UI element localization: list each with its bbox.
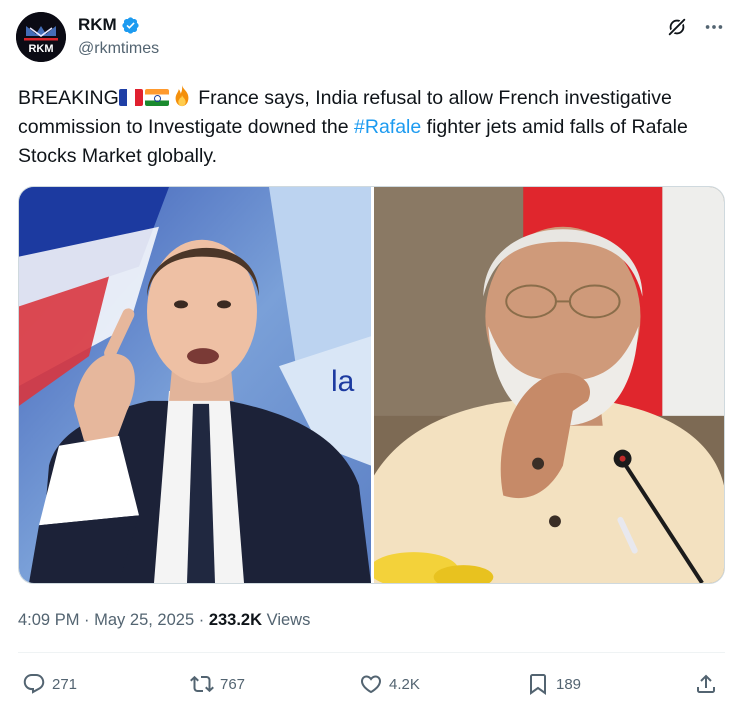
avatar-logo: RKM (16, 12, 66, 62)
tweet-meta: 4:09 PM · May 25, 2025 · 233.2K Views (18, 608, 310, 632)
photo-modi (374, 187, 724, 583)
photo-left[interactable]: la (19, 187, 371, 583)
repost-icon (190, 675, 214, 693)
heart-icon (360, 675, 382, 694)
photo-macron: la (19, 187, 371, 583)
repost-count: 767 (220, 675, 246, 693)
divider (18, 652, 725, 653)
like-button[interactable]: 4.2K (359, 672, 420, 696)
views-label: Views (266, 611, 311, 629)
verified-badge-icon[interactable] (121, 16, 140, 35)
display-name[interactable]: RKM (78, 14, 117, 36)
photo-overlay-text: la (331, 365, 355, 398)
repost-button[interactable]: 767 (190, 672, 245, 696)
reply-icon (23, 674, 45, 694)
tweet-text-lead: BREAKING (18, 87, 119, 109)
share-icon (697, 674, 715, 693)
author-block: RKM @rkmtimes (78, 14, 159, 60)
meta-separator: · (84, 611, 90, 629)
india-flag-icon (144, 89, 169, 106)
bookmark-count: 189 (556, 675, 582, 693)
handle[interactable]: @rkmtimes (78, 38, 159, 60)
meta-separator: · (198, 611, 205, 629)
action-bar: 271 767 4.2K 189 (18, 668, 725, 702)
media-grid: la (18, 186, 725, 584)
grok-icon[interactable] (666, 16, 688, 38)
reply-count: 271 (52, 675, 78, 693)
photo-right[interactable] (374, 187, 724, 583)
avatar-text: RKM (28, 43, 53, 55)
share-button[interactable] (694, 672, 718, 696)
tweet-date[interactable]: May 25, 2025 (94, 611, 194, 629)
like-count: 4.2K (389, 675, 420, 693)
france-flag-icon (118, 89, 143, 106)
display-name-row[interactable]: RKM (78, 14, 140, 36)
reply-button[interactable]: 271 (22, 672, 77, 696)
more-options-icon[interactable] (702, 16, 726, 38)
tweet-time[interactable]: 4:09 PM (18, 611, 79, 629)
bookmark-icon (530, 674, 546, 695)
fire-emoji-icon (175, 85, 189, 107)
bookmark-button[interactable]: 189 (526, 672, 581, 696)
avatar[interactable]: RKM (16, 12, 66, 62)
views-count: 233.2K (208, 611, 263, 629)
tweet-text: BREAKING France says, India refusal to a… (18, 84, 718, 171)
hashtag-link[interactable]: #Rafale (354, 116, 421, 138)
tweet-header: RKM RKM @rkmtimes (16, 12, 726, 64)
